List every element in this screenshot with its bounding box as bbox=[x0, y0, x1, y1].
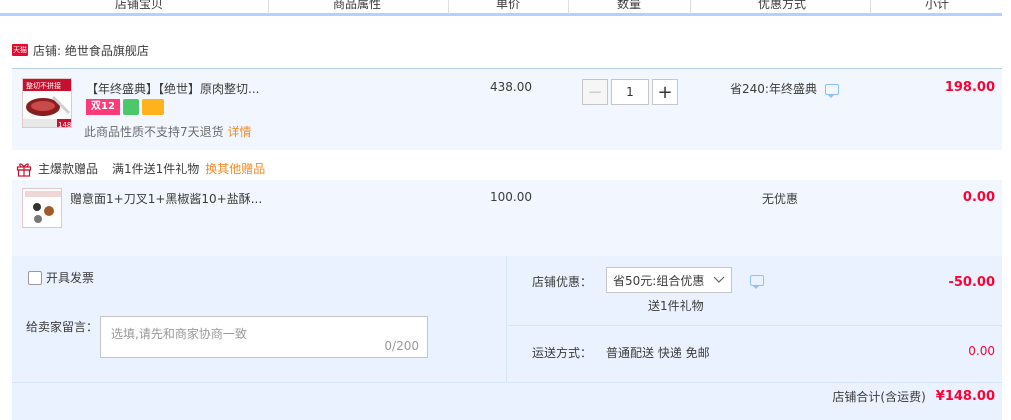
shop-total: 店铺合计(含运费) ¥148.00 bbox=[832, 388, 995, 405]
gift-item: 赠意面1+刀叉1+黑椒酱10+盐酥... 100.00 无优惠 0.00 bbox=[12, 180, 1002, 256]
gift-label: 主爆款赠品 bbox=[38, 162, 99, 176]
shipping-amount: 0.00 bbox=[968, 344, 995, 358]
shop-row: 天猫 店铺: 绝世食品旗舰店 bbox=[12, 42, 149, 58]
invoice-label: 开具发票 bbox=[46, 271, 95, 285]
divider bbox=[12, 382, 1002, 383]
item-discount: 省240:年终盛典 bbox=[730, 82, 817, 96]
card-icon bbox=[142, 99, 164, 115]
tmall-icon: 天猫 bbox=[12, 44, 28, 56]
col-header-attr: 商品属性 bbox=[333, 0, 382, 11]
coupon-value: 省50元:组合优惠 bbox=[613, 273, 705, 288]
gift-icon bbox=[16, 162, 32, 177]
divider bbox=[508, 325, 1002, 326]
coupon-amount: -50.00 bbox=[948, 275, 995, 290]
product-title[interactable]: 【年终盛典】【绝世】原肉整切... bbox=[86, 80, 259, 97]
chevron-down-icon bbox=[713, 276, 725, 283]
col-header-separator bbox=[568, 0, 569, 14]
shipping-value[interactable]: 普通配送 快递 免邮 bbox=[606, 344, 710, 361]
col-separator bbox=[870, 0, 871, 14]
col-header-price: 单价 bbox=[496, 0, 521, 11]
gift-price: 100.00 bbox=[490, 190, 532, 204]
shipping-label: 运送方式： bbox=[532, 346, 593, 360]
col-header-item: 店铺宝贝 bbox=[115, 0, 164, 11]
col-header-qty: 数量 bbox=[617, 0, 642, 11]
message-placeholder: 选填,请先和商家协商一致 bbox=[111, 327, 247, 341]
policy-detail-link[interactable]: 详情 bbox=[227, 125, 251, 139]
seller-message-field[interactable]: 选填,请先和商家协商一致 0/200 bbox=[100, 316, 428, 358]
total-label: 店铺合计(含运费) bbox=[832, 390, 926, 404]
gift-thumbnail[interactable] bbox=[22, 188, 62, 228]
increase-qty-button[interactable]: + bbox=[652, 79, 678, 105]
chat-icon[interactable] bbox=[824, 84, 839, 98]
left-options: 开具发票 给卖家留言： 选填,请先和商家协商一致 0/200 bbox=[12, 256, 507, 382]
decrease-qty-button[interactable]: − bbox=[582, 79, 608, 105]
col-header-discount: 优惠方式 bbox=[758, 0, 807, 11]
gift-bar: 主爆款赠品 满1件送1件礼物 换其他赠品 bbox=[16, 160, 265, 177]
return-policy: 此商品性质不支持7天退货 bbox=[84, 125, 224, 139]
gift-discount: 无优惠 bbox=[762, 192, 799, 206]
change-gift-link[interactable]: 换其他赠品 bbox=[205, 160, 265, 177]
gift-title[interactable]: 赠意面1+刀叉1+黑椒酱10+盐酥... bbox=[70, 190, 262, 207]
message-label: 给卖家留言： bbox=[26, 320, 99, 334]
col-separator bbox=[448, 0, 449, 14]
gift-subtotal: 0.00 bbox=[962, 190, 995, 205]
quantity-input[interactable] bbox=[611, 79, 649, 105]
col-header-subtotal: 小计 bbox=[925, 0, 950, 11]
table-header: 店铺宝贝 商品属性 单价 数量 优惠方式 小计 bbox=[0, 0, 1002, 16]
right-options: 店铺优惠： 省50元:组合优惠 送1件礼物 -50.00 运送方式： 普通配送 … bbox=[508, 256, 1002, 382]
coupon-select[interactable]: 省50元:组合优惠 bbox=[606, 267, 732, 293]
order-options: 开具发票 给卖家留言： 选填,请先和商家协商一致 0/200 店铺优惠： 省50… bbox=[12, 256, 1002, 420]
message-char-count: 0/200 bbox=[384, 339, 419, 353]
thumb-price: 148 bbox=[58, 121, 71, 128]
gift-rule: 满1件送1件礼物 bbox=[112, 162, 200, 176]
unit-price: 438.00 bbox=[490, 80, 532, 94]
total-amount: ¥148.00 bbox=[935, 389, 995, 404]
invoice-checkbox[interactable] bbox=[28, 270, 42, 285]
coupon-label: 店铺优惠： bbox=[532, 275, 593, 289]
double12-badge: 双12 bbox=[86, 99, 120, 115]
product-thumbnail[interactable]: 整切不拼接 148 bbox=[22, 78, 72, 128]
item-subtotal: 198.00 bbox=[944, 80, 995, 95]
shop-name[interactable]: 店铺: 绝世食品旗舰店 bbox=[33, 42, 149, 59]
thumb-caption: 整切不拼接 bbox=[26, 81, 61, 90]
cart-item: 整切不拼接 148 【年终盛典】【绝世】原肉整切... 双12 此商品性质不支持… bbox=[12, 68, 1002, 150]
coupon-chat-icon[interactable] bbox=[750, 275, 764, 289]
promo-badges: 双12 bbox=[86, 99, 164, 115]
guarantee-icon bbox=[123, 99, 139, 115]
coupon-gift: 送1件礼物 bbox=[648, 299, 704, 313]
col-separator bbox=[268, 0, 269, 14]
quantity-stepper: − + bbox=[582, 79, 678, 105]
col-separator bbox=[690, 0, 691, 14]
